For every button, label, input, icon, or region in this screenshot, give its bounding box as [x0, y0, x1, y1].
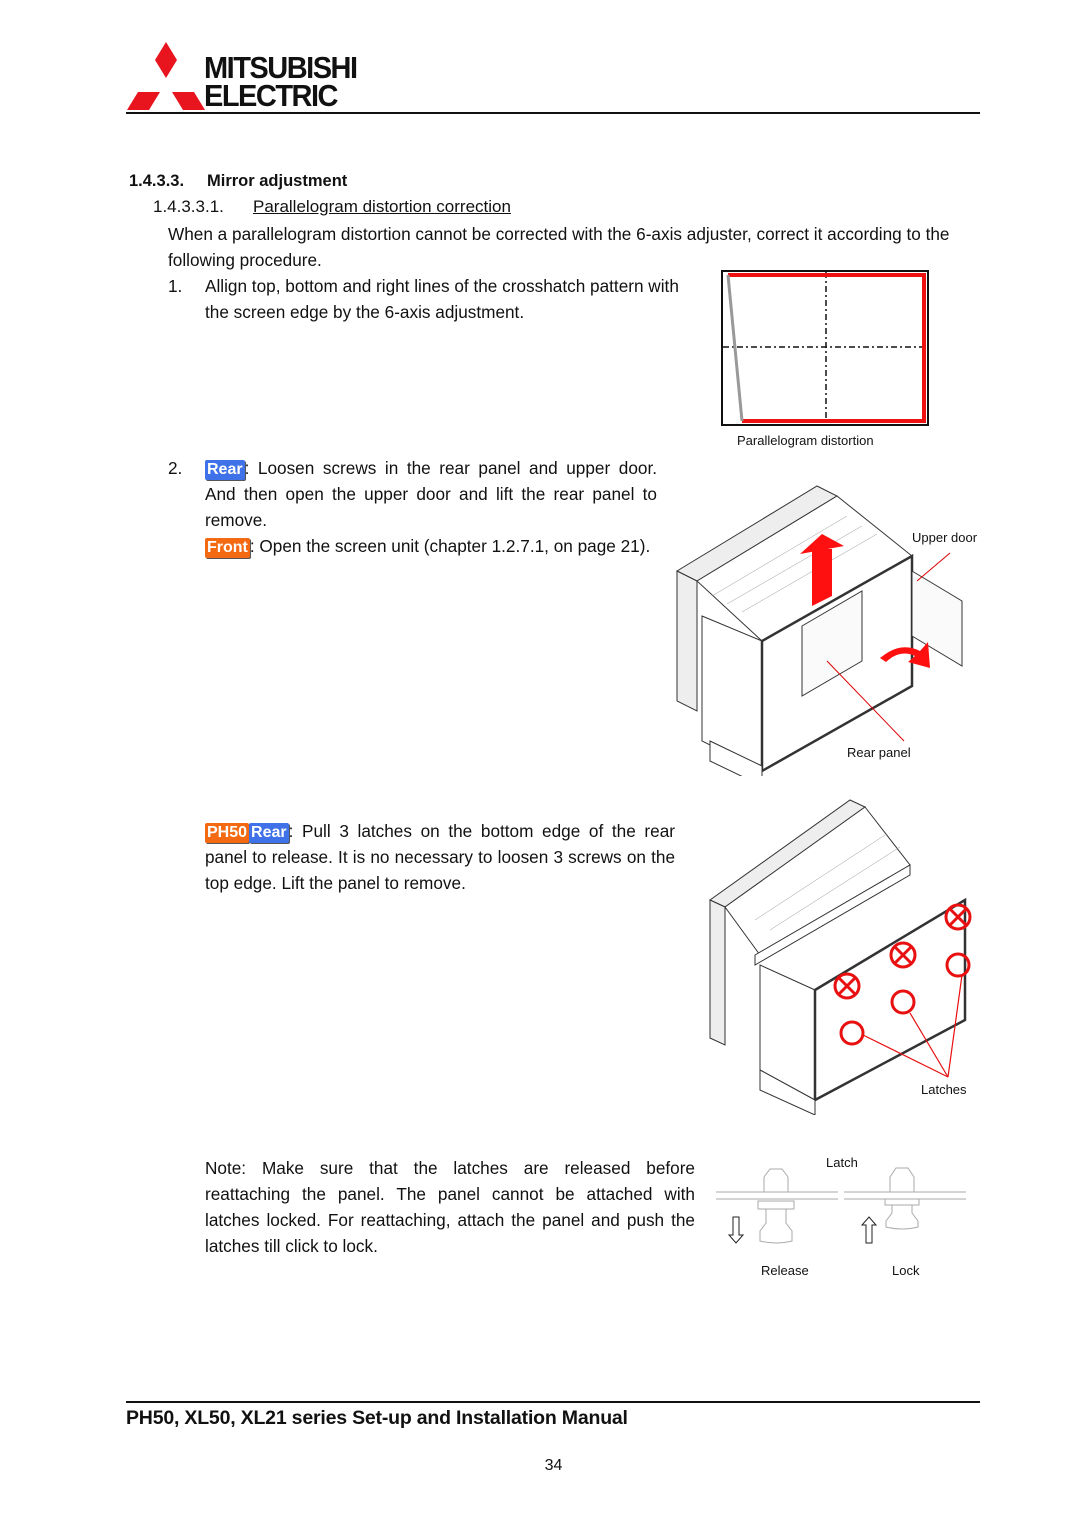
- step-ph50-text: PH50 Rear: Pull 3 latches on the bottom e…: [205, 818, 675, 896]
- latch-release-body: [759, 1208, 793, 1244]
- parallelogram-caption: Parallelogram distortion: [737, 433, 874, 448]
- section-number: 1.4.3.3.: [129, 172, 185, 190]
- latch-lock-body: [885, 1204, 919, 1230]
- mitsubishi-logo-icon: [127, 42, 205, 110]
- step-1-number: 1.: [168, 276, 183, 296]
- step-2-front-text: : Open the screen unit (chapter 1.2.7.1,…: [249, 536, 651, 556]
- latches-label: Latches: [921, 1082, 967, 1097]
- section-title: Mirror adjustment: [207, 172, 348, 190]
- step-2-number: 2.: [168, 458, 183, 478]
- step-2-text: Rear: Loosen screws in the rear panel an…: [205, 455, 657, 559]
- footer-divider: [126, 1401, 980, 1403]
- step-1-text: Allign top, bottom and right lines of th…: [205, 276, 679, 322]
- release-arrow-icon: [727, 1216, 745, 1244]
- brand-line-1: MITSUBISHI: [204, 51, 358, 86]
- upper-door-leader: [916, 552, 951, 582]
- manual-title: PH50, XL50, XL21 series Set-up and Insta…: [126, 1407, 628, 1429]
- upper-door-label: Upper door: [912, 530, 978, 545]
- latches-figure: [709, 799, 972, 1115]
- brand-name: MITSUBISHI ELECTRIC: [204, 51, 358, 114]
- parallelogram-distortion-figure: [721, 270, 929, 426]
- rear-tag: Rear: [249, 823, 289, 843]
- brand-line-2: ELECTRIC: [204, 79, 338, 114]
- lock-label: Lock: [892, 1263, 920, 1278]
- intro-paragraph: When a parallelogram distortion cannot b…: [168, 224, 950, 270]
- front-tag: Front: [205, 538, 250, 558]
- header-divider: [126, 112, 980, 114]
- rear-tag: Rear: [205, 460, 245, 480]
- screen-frame: [721, 270, 929, 426]
- section-heading: 1.4.3.3. Mirror adjustment: [129, 172, 347, 191]
- latch-detail-figure: [716, 1167, 966, 1244]
- note-paragraph: Note: Make sure that the latches are rel…: [205, 1158, 695, 1256]
- subsection-number: 1.4.3.3.1.: [153, 197, 224, 216]
- rear-panel-label: Rear panel: [847, 745, 911, 760]
- page-number: 34: [544, 1457, 563, 1474]
- subsection-heading: 1.4.3.3.1. Parallelogram distortion corre…: [153, 197, 511, 217]
- latch-lock-head: [889, 1167, 915, 1193]
- release-label: Release: [761, 1263, 809, 1278]
- subsection-title: Parallelogram distortion correction: [253, 197, 511, 216]
- lock-arrow-icon: [860, 1216, 878, 1244]
- ph50-tag: PH50: [205, 823, 250, 843]
- step-2-rear-text: : Loosen screws in the rear panel and up…: [205, 458, 657, 530]
- rear-panel-figure: [675, 485, 963, 776]
- lift-arrow-shaft: [812, 549, 832, 606]
- front-frame-side: [676, 570, 698, 712]
- latch-release-head: [763, 1168, 789, 1193]
